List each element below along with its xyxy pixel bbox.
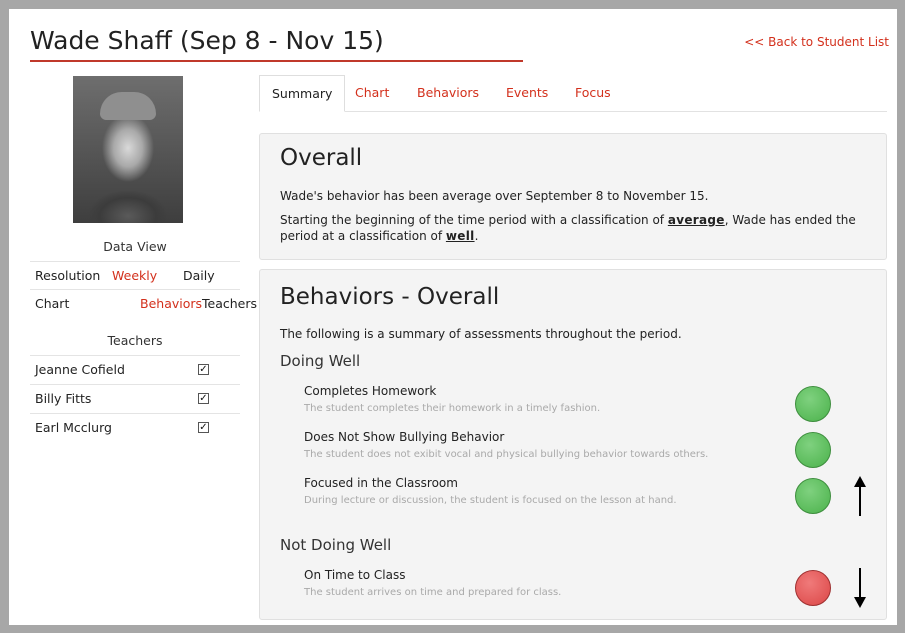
data-view-heading: Data View bbox=[103, 239, 167, 254]
title-underline bbox=[30, 60, 523, 62]
resolution-label: Resolution bbox=[35, 268, 101, 283]
tab-focus[interactable]: Focus bbox=[575, 75, 611, 111]
classification-text-start: Starting the beginning of the time perio… bbox=[280, 213, 668, 227]
student-photo bbox=[73, 76, 183, 223]
photo-hair-shape bbox=[100, 92, 156, 120]
behaviors-overall-heading: Behaviors - Overall bbox=[280, 284, 500, 310]
behaviors-intro: The following is a summary of assessment… bbox=[280, 327, 682, 341]
end-classification: well bbox=[445, 229, 475, 243]
behavior-description: The student completes their homework in … bbox=[304, 403, 601, 414]
tab-chart[interactable]: Chart bbox=[355, 75, 389, 111]
tab-behaviors[interactable]: Behaviors bbox=[417, 75, 479, 111]
trend-up-arrow-icon bbox=[854, 476, 866, 516]
status-indicator-good bbox=[795, 432, 831, 468]
tab-bar: Summary Chart Behaviors Events Focus bbox=[259, 75, 887, 112]
app-frame: Wade Shaff (Sep 8 - Nov 15) << Back to S… bbox=[9, 9, 897, 625]
overall-panel: Overall Wade's behavior has been average… bbox=[259, 133, 887, 260]
status-indicator-bad bbox=[795, 570, 831, 606]
not-doing-well-heading: Not Doing Well bbox=[280, 536, 392, 554]
resolution-row: Resolution Weekly Daily bbox=[30, 261, 240, 289]
behavior-description: During lecture or discussion, the studen… bbox=[304, 495, 677, 506]
page-title: Wade Shaff (Sep 8 - Nov 15) bbox=[30, 26, 384, 55]
status-indicator-good bbox=[795, 478, 831, 514]
teacher-checkbox[interactable]: ✓ bbox=[198, 364, 209, 375]
chart-row: Chart Behaviors Teachers bbox=[30, 289, 257, 317]
back-to-student-list-link[interactable]: << Back to Student List bbox=[744, 35, 889, 49]
behaviors-overall-panel: Behaviors - Overall The following is a s… bbox=[259, 269, 887, 620]
teachers-heading: Teachers bbox=[107, 333, 163, 348]
teacher-name: Jeanne Cofield bbox=[35, 362, 125, 377]
behavior-title: Does Not Show Bullying Behavior bbox=[304, 430, 505, 444]
teacher-name: Earl Mcclurg bbox=[35, 420, 112, 435]
trend-down-arrow-icon bbox=[854, 568, 866, 608]
teacher-row[interactable]: Jeanne Cofield ✓ bbox=[30, 355, 240, 383]
overall-heading: Overall bbox=[280, 145, 363, 171]
tab-events[interactable]: Events bbox=[506, 75, 548, 111]
behavior-description: The student does not exibit vocal and ph… bbox=[304, 449, 709, 460]
behavior-title: Focused in the Classroom bbox=[304, 476, 458, 490]
behavior-description: The student arrives on time and prepared… bbox=[304, 587, 562, 598]
chart-label: Chart bbox=[35, 296, 70, 311]
teacher-checkbox[interactable]: ✓ bbox=[198, 393, 209, 404]
start-classification: average bbox=[667, 213, 725, 227]
teacher-row[interactable]: Earl Mcclurg ✓ bbox=[30, 413, 240, 441]
teacher-name: Billy Fitts bbox=[35, 391, 92, 406]
overall-summary: Wade's behavior has been average over Se… bbox=[280, 189, 709, 203]
resolution-daily-option[interactable]: Daily bbox=[183, 268, 215, 283]
teacher-row[interactable]: Billy Fitts ✓ bbox=[30, 384, 240, 412]
classification-text-end: . bbox=[474, 229, 479, 243]
status-indicator-good bbox=[795, 386, 831, 422]
resolution-weekly-option[interactable]: Weekly bbox=[112, 268, 157, 283]
chart-teachers-option[interactable]: Teachers bbox=[202, 296, 257, 311]
overall-classification: Starting the beginning of the time perio… bbox=[280, 212, 870, 244]
tab-summary[interactable]: Summary bbox=[259, 75, 346, 112]
behavior-title: On Time to Class bbox=[304, 568, 406, 582]
chart-behaviors-option[interactable]: Behaviors bbox=[140, 296, 202, 311]
behavior-title: Completes Homework bbox=[304, 384, 437, 398]
doing-well-heading: Doing Well bbox=[280, 352, 361, 370]
teacher-checkbox[interactable]: ✓ bbox=[198, 422, 209, 433]
